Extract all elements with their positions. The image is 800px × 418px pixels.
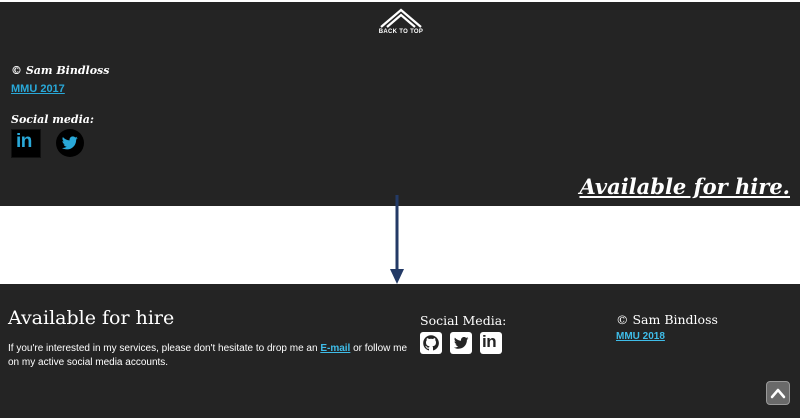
new-year-link[interactable]: MMU 2018 — [616, 331, 665, 342]
new-copyright: © Sam Bindloss — [616, 312, 718, 327]
chevron-up-icon — [770, 388, 786, 399]
linkedin-glyph: in — [482, 332, 497, 351]
old-footer: BACK TO TOP © Sam Bindloss MMU 2017 Soci… — [0, 0, 800, 206]
linkedin-icon[interactable]: in — [11, 129, 41, 158]
hire-description: If you're interested in my services, ple… — [8, 342, 408, 370]
old-copyright: © Sam Bindloss — [11, 64, 110, 77]
twitter-bird-glyph — [62, 136, 78, 150]
new-footer: Available for hire If you're interested … — [0, 284, 800, 418]
old-social-label: Social media: — [11, 113, 94, 126]
mountain-chevron-icon — [380, 8, 422, 28]
description-text-before: If you're interested in my services, ple… — [8, 343, 321, 354]
linkedin-icon[interactable]: in — [480, 332, 502, 354]
twitter-icon[interactable] — [450, 332, 472, 354]
twitter-bird-glyph — [453, 337, 469, 349]
github-icon[interactable] — [420, 332, 442, 354]
social-media-label: Social Media: — [420, 313, 507, 328]
available-heading: Available for hire — [8, 307, 175, 329]
back-to-top-label: BACK TO TOP — [378, 29, 424, 35]
old-year-link[interactable]: MMU 2017 — [11, 83, 65, 95]
back-to-top-button[interactable]: BACK TO TOP — [376, 8, 426, 38]
twitter-icon[interactable] — [56, 129, 84, 157]
github-octocat-glyph — [423, 335, 439, 351]
scroll-to-top-button[interactable] — [766, 381, 790, 405]
down-arrow-icon — [390, 195, 404, 284]
email-link[interactable]: E-mail — [320, 343, 350, 354]
linkedin-glyph: in — [16, 131, 32, 152]
available-for-hire-link[interactable]: Available for hire. — [579, 174, 790, 199]
